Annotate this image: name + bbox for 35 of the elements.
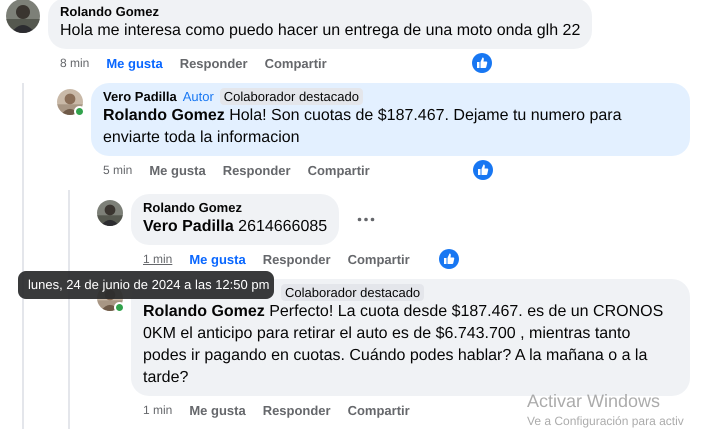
like-button[interactable]: Me gusta bbox=[189, 252, 246, 266]
reply-button[interactable]: Responder bbox=[262, 252, 331, 266]
share-button[interactable]: Compartir bbox=[308, 162, 370, 178]
like-button[interactable]: Me gusta bbox=[189, 402, 246, 418]
online-status-dot bbox=[74, 106, 85, 117]
like-reaction-icon[interactable] bbox=[472, 53, 492, 73]
contributor-badge: Colaborador destacado bbox=[220, 88, 363, 105]
like-reaction-icon[interactable] bbox=[473, 160, 493, 180]
comment-text: Rolando Gomez Perfecto! La cuota desde $187.467. es de un CRONOS 0KM el anticipo para retirar el auto es de $6.743.700 , mientras tanto podes ir pagando en cuotas. Cuándo podes hablar? A la mañana o a la tarde? bbox=[143, 302, 664, 388]
author-name[interactable]: Rolando Gomez bbox=[60, 4, 159, 19]
reply-button[interactable]: Responder bbox=[262, 402, 331, 418]
more-options-icon[interactable] bbox=[357, 217, 376, 222]
activation-notice-text: Ve a Configuración para activ bbox=[527, 414, 684, 429]
like-reaction-icon[interactable] bbox=[439, 249, 459, 269]
timestamp-link[interactable]: 5 min bbox=[103, 163, 132, 177]
share-button[interactable]: Compartir bbox=[264, 56, 327, 70]
comment-text: Hola me interesa como puedo hacer un entrega de una moto onda glh 22 bbox=[60, 21, 580, 41]
reply-button[interactable]: Responder bbox=[222, 162, 291, 178]
timestamp-link[interactable]: 1 min bbox=[143, 403, 172, 417]
comment-text: Rolando Gomez Hola! Son cuotas de $187.467. Dejame tu numero para enviarte toda la informacion bbox=[103, 106, 622, 148]
like-button[interactable]: Me gusta bbox=[106, 56, 163, 70]
author-name[interactable]: Rolando Gomez bbox=[143, 200, 242, 215]
date-tooltip: lunes, 24 de junio de 2024 a las 12:50 pm bbox=[18, 271, 274, 299]
contributor-badge: Colaborador destacado bbox=[281, 284, 424, 301]
share-button[interactable]: Compartir bbox=[348, 252, 410, 266]
timestamp-link[interactable]: 8 min bbox=[60, 56, 90, 70]
reply-button[interactable]: Responder bbox=[180, 56, 248, 70]
like-button[interactable]: Me gusta bbox=[149, 162, 206, 178]
author-label: Autor bbox=[182, 89, 214, 104]
online-status-dot bbox=[114, 302, 125, 313]
comment-text: Vero Padilla 2614666085 bbox=[143, 217, 328, 237]
activation-notice-title: Activar Windows bbox=[527, 391, 662, 412]
timestamp-link[interactable]: 1 min bbox=[143, 252, 172, 266]
author-name[interactable]: Vero Padilla bbox=[103, 89, 177, 104]
share-button[interactable]: Compartir bbox=[348, 402, 410, 418]
